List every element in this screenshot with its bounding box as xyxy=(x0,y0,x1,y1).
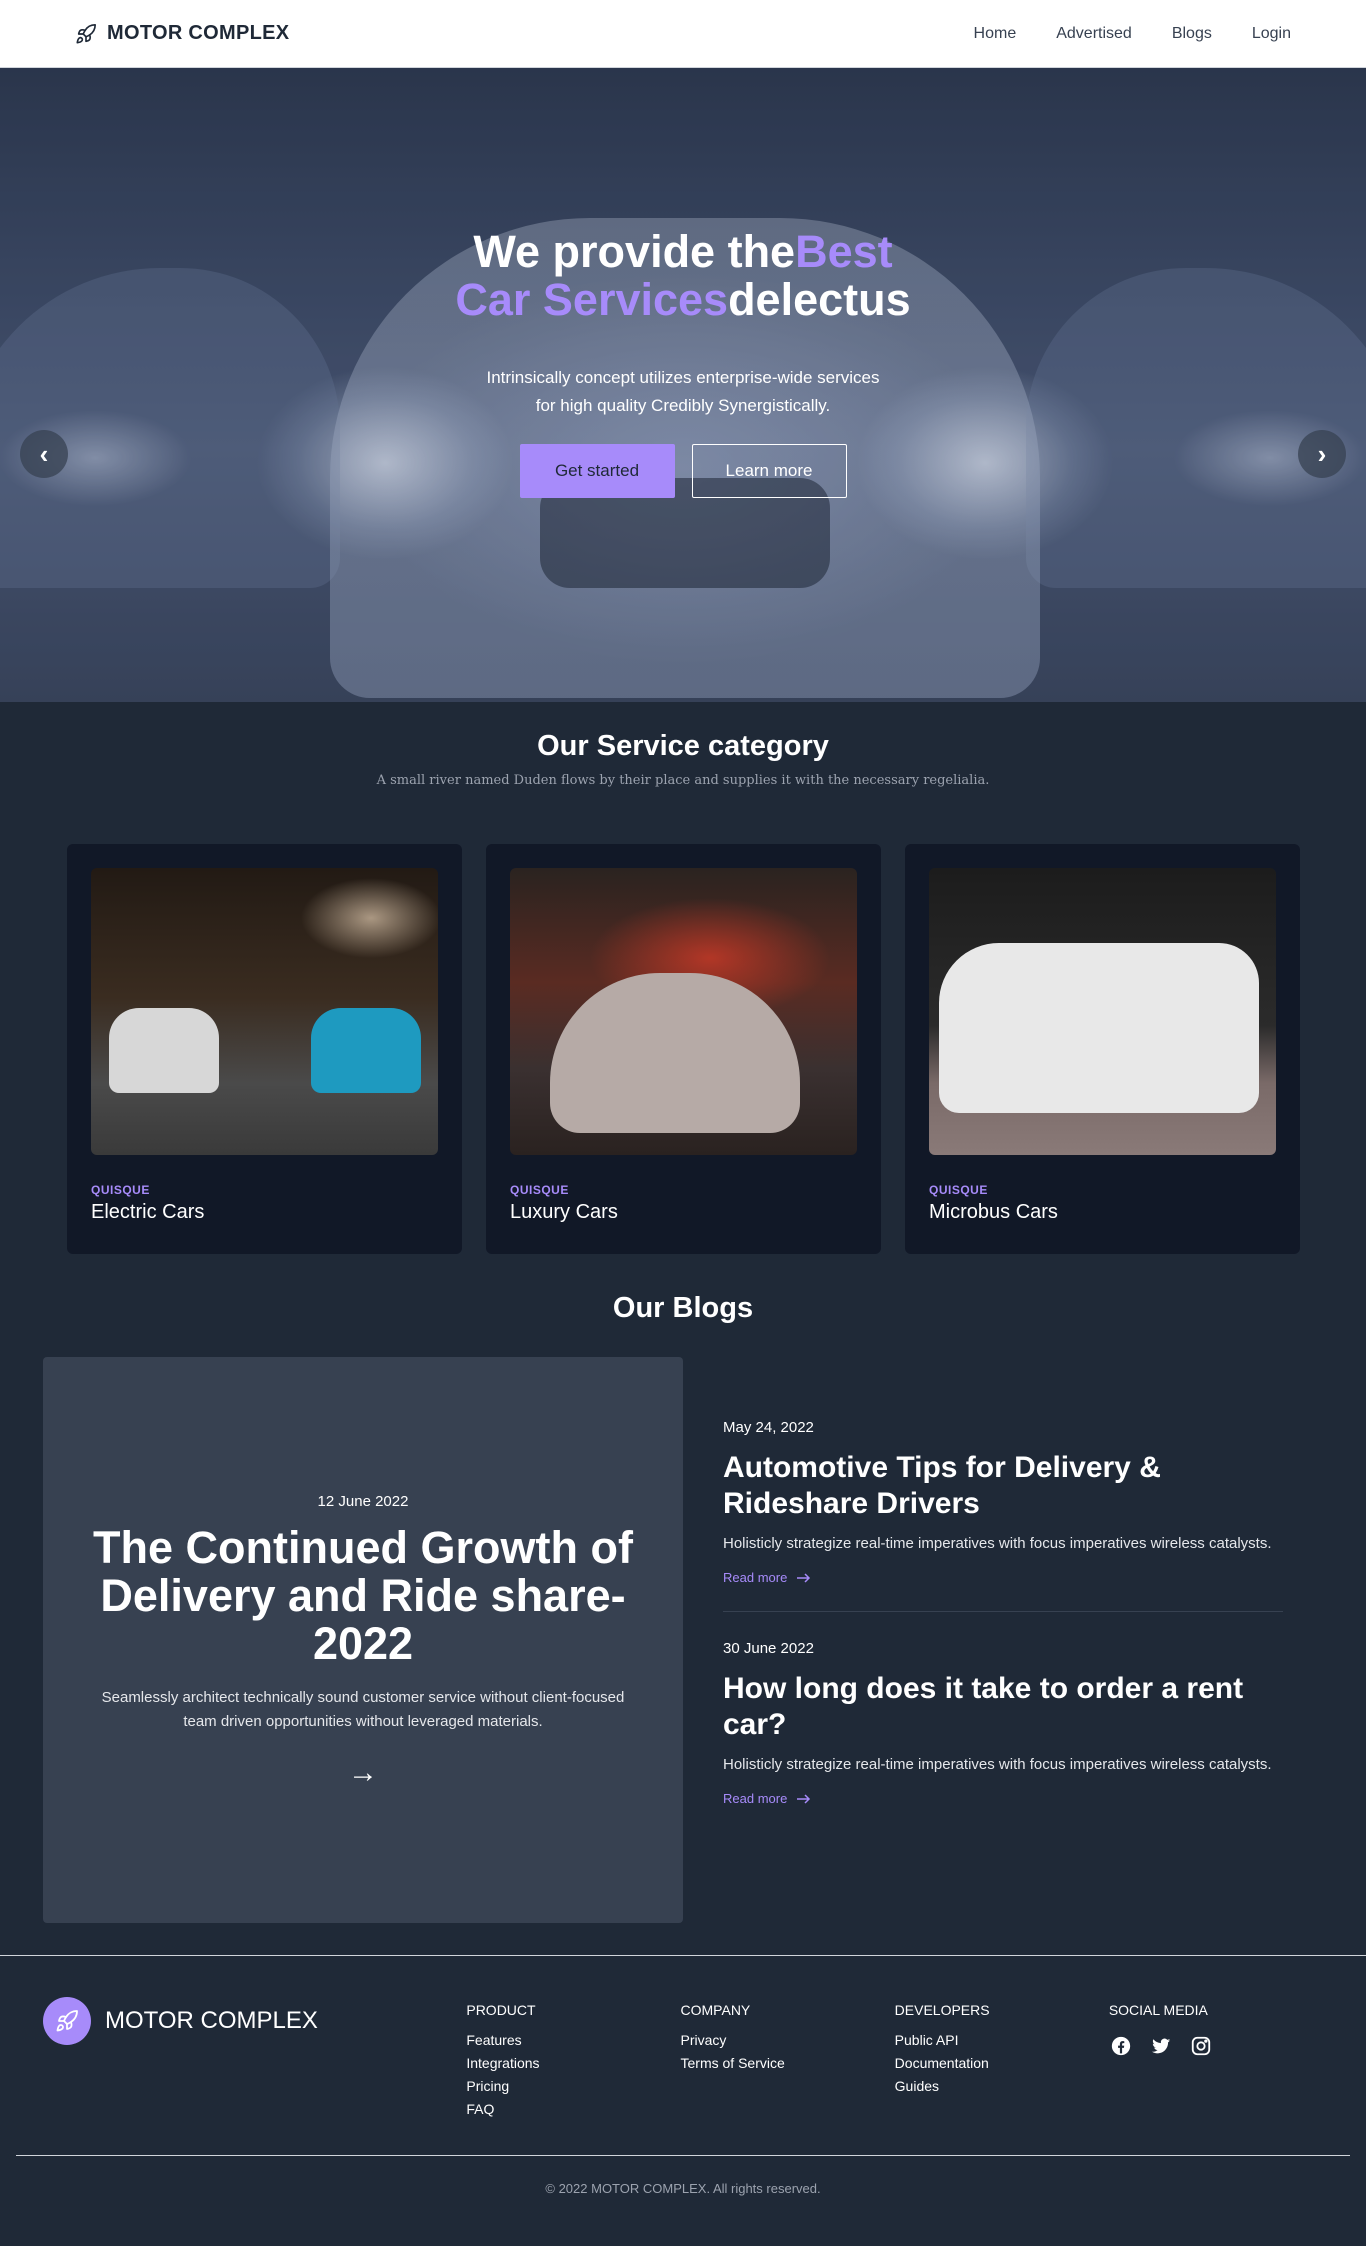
footer-link-features[interactable]: Features xyxy=(466,2032,680,2048)
footer-brand-name: MOTOR COMPLEX xyxy=(105,2007,318,2034)
white-car-shape xyxy=(109,1008,219,1093)
footer-link-documentation[interactable]: Documentation xyxy=(895,2055,1109,2071)
footer-link-terms[interactable]: Terms of Service xyxy=(681,2055,895,2071)
blog-date: May 24, 2022 xyxy=(723,1419,814,1436)
service-card-microbus[interactable]: QUISQUE Microbus Cars xyxy=(905,844,1300,1254)
nav-link-blogs[interactable]: Blogs xyxy=(1172,25,1212,43)
luxury-cars-image xyxy=(510,868,857,1155)
brand-name: MOTOR COMPLEX xyxy=(107,22,290,44)
instagram-icon[interactable] xyxy=(1189,2034,1213,2058)
service-category-section: Our Service category A small river named… xyxy=(0,702,1366,1292)
service-section-title: Our Service category xyxy=(537,730,829,762)
featured-blog-title: The Continued Growth of Delivery and Rid… xyxy=(93,1522,633,1669)
brand-logo[interactable]: MOTOR COMPLEX xyxy=(75,22,289,45)
footer-brand[interactable]: MOTOR COMPLEX xyxy=(43,1994,466,2048)
read-more-label: Read more xyxy=(723,1791,788,1806)
footer-col-links: Privacy Terms of Service xyxy=(681,2032,895,2071)
hero-buttons: Get started Learn more xyxy=(0,444,1366,498)
twitter-icon[interactable] xyxy=(1149,2034,1173,2058)
blog-list: May 24, 2022 Automotive Tips for Deliver… xyxy=(723,1357,1283,1923)
card-tag: QUISQUE xyxy=(929,1183,988,1197)
get-started-button[interactable]: Get started xyxy=(519,444,675,498)
electric-cars-image xyxy=(91,868,438,1155)
blog-title[interactable]: Automotive Tips for Delivery & Rideshare… xyxy=(723,1450,1283,1522)
footer-col-title: DEVELOPERS xyxy=(894,2002,990,2018)
arrow-right-icon xyxy=(797,1793,811,1804)
card-name: Luxury Cars xyxy=(510,1201,618,1223)
service-cards: QUISQUE Electric Cars QUISQUE Luxury Car… xyxy=(67,844,1366,1254)
van-shape xyxy=(939,943,1259,1113)
footer-col-title: SOCIAL MEDIA xyxy=(1108,2002,1208,2018)
service-section-subtitle: A small river named Duden flows by their… xyxy=(376,773,990,788)
chevron-right-icon: › xyxy=(1317,438,1327,469)
facebook-icon[interactable] xyxy=(1109,2034,1133,2058)
blog-list-item: 30 June 2022 How long does it take to or… xyxy=(723,1611,1283,1832)
footer-col-title: COMPANY xyxy=(680,2002,751,2018)
card-name: Electric Cars xyxy=(91,1201,205,1223)
card-tag: QUISQUE xyxy=(91,1183,150,1197)
footer-link-privacy[interactable]: Privacy xyxy=(681,2032,895,2048)
top-nav: MOTOR COMPLEX Home Advertised Blogs Logi… xyxy=(0,0,1366,68)
blue-car-shape xyxy=(311,1008,421,1093)
footer-link-integrations[interactable]: Integrations xyxy=(466,2055,680,2071)
footer-col-title: PRODUCT xyxy=(466,2002,536,2018)
blog-list-item: May 24, 2022 Automotive Tips for Deliver… xyxy=(723,1419,1283,1611)
blogs-row: 12 June 2022 The Continued Growth of Del… xyxy=(0,1357,1366,1923)
rocket-icon xyxy=(76,23,96,44)
blog-description: Holisticly strategize real-time imperati… xyxy=(723,1756,1272,1773)
arrow-right-icon xyxy=(797,1572,811,1583)
learn-more-button[interactable]: Learn more xyxy=(691,444,847,498)
footer-col-developers: DEVELOPERS Public API Documentation Guid… xyxy=(895,1994,1109,2117)
footer-link-faq[interactable]: FAQ xyxy=(466,2101,680,2117)
nav-links: Home Advertised Blogs Login xyxy=(974,25,1291,43)
hero-description: Intrinsically concept utilizes enterpris… xyxy=(486,368,880,415)
hero-title-suffix: delectus xyxy=(728,274,911,325)
nav-link-advertised[interactable]: Advertised xyxy=(1056,25,1132,43)
footer-col-company: COMPANY Privacy Terms of Service xyxy=(681,1994,895,2117)
footer-col-product: PRODUCT Features Integrations Pricing FA… xyxy=(466,1994,680,2117)
hero-carousel: ‹ › We provide theBest Car Servicesdelec… xyxy=(0,68,1366,702)
nav-link-login[interactable]: Login xyxy=(1252,25,1291,43)
site-footer: MOTOR COMPLEX PRODUCT Features Integrati… xyxy=(0,1955,1366,2221)
read-more-link[interactable]: Read more xyxy=(723,1570,1283,1585)
featured-blog-date: 12 June 2022 xyxy=(317,1493,409,1510)
social-icons xyxy=(1109,2034,1323,2058)
footer-col-links: Public API Documentation Guides xyxy=(895,2032,1109,2094)
footer-col-social: SOCIAL MEDIA xyxy=(1109,1994,1323,2117)
featured-blog-description: Seamlessly architect technically sound c… xyxy=(101,1689,625,1730)
featured-blog-card[interactable]: 12 June 2022 The Continued Growth of Del… xyxy=(43,1357,683,1923)
footer-logo xyxy=(43,1997,91,2045)
read-more-label: Read more xyxy=(723,1570,788,1585)
arrow-right-icon[interactable]: → xyxy=(43,1756,683,1790)
footer-grid: MOTOR COMPLEX PRODUCT Features Integrati… xyxy=(43,1994,1323,2117)
blogs-section-title: Our Blogs xyxy=(612,1292,754,1324)
blog-title[interactable]: How long does it take to order a rent ca… xyxy=(723,1671,1283,1743)
microbus-cars-image xyxy=(929,868,1276,1155)
hero-content: We provide theBest Car Servicesdelectus … xyxy=(0,228,1366,498)
nav-link-home[interactable]: Home xyxy=(974,25,1017,43)
hero-title: We provide theBest Car Servicesdelectus xyxy=(443,228,923,324)
footer-link-guides[interactable]: Guides xyxy=(895,2078,1109,2094)
hero-title-prefix: We provide the xyxy=(473,226,796,277)
footer-link-pricing[interactable]: Pricing xyxy=(466,2078,680,2094)
carousel-prev-button[interactable]: ‹ xyxy=(20,430,68,478)
chevron-left-icon: ‹ xyxy=(39,438,49,469)
footer-link-public-api[interactable]: Public API xyxy=(895,2032,1109,2048)
footer-col-links: Features Integrations Pricing FAQ xyxy=(466,2032,680,2117)
read-more-link[interactable]: Read more xyxy=(723,1791,1283,1806)
mini-car-shape xyxy=(550,973,800,1133)
rocket-icon xyxy=(56,2010,78,2032)
footer-copyright: © 2022 MOTOR COMPLEX. All rights reserve… xyxy=(16,2155,1350,2221)
service-card-electric[interactable]: QUISQUE Electric Cars xyxy=(67,844,462,1254)
card-tag: QUISQUE xyxy=(510,1183,569,1197)
carousel-next-button[interactable]: › xyxy=(1298,430,1346,478)
service-card-luxury[interactable]: QUISQUE Luxury Cars xyxy=(486,844,881,1254)
blogs-section: Our Blogs 12 June 2022 The Continued Gro… xyxy=(0,1292,1366,1955)
blog-date: 30 June 2022 xyxy=(723,1640,814,1657)
blog-description: Holisticly strategize real-time imperati… xyxy=(723,1535,1272,1552)
card-name: Microbus Cars xyxy=(929,1201,1058,1223)
